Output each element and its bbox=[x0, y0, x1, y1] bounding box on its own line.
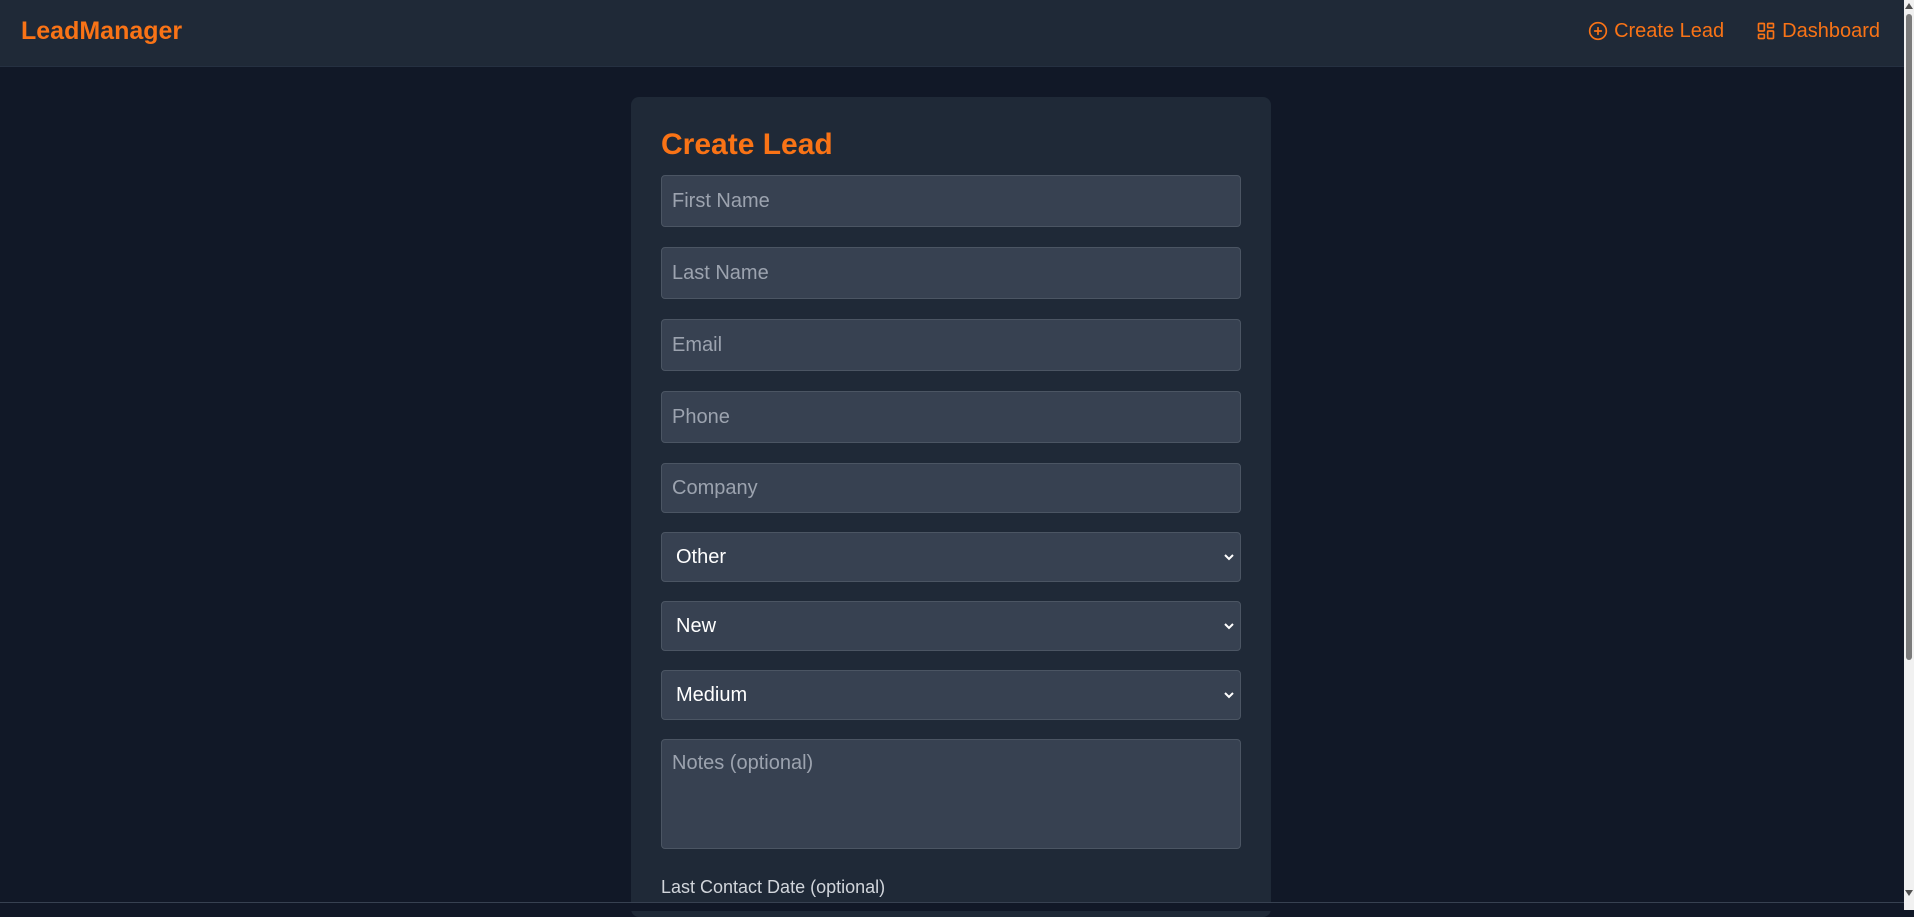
top-navbar: LeadManager Create Lead Dashboard bbox=[0, 0, 1904, 67]
phone-input[interactable] bbox=[661, 391, 1241, 443]
chevron-down-icon bbox=[1222, 550, 1236, 569]
vertical-scrollbar[interactable] bbox=[1904, 0, 1914, 910]
brand-logo[interactable]: LeadManager bbox=[21, 16, 182, 46]
status-select[interactable]: New bbox=[661, 601, 1241, 651]
nav-create-lead[interactable]: Create Lead bbox=[1588, 18, 1724, 44]
scroll-up-arrow-icon[interactable] bbox=[1905, 3, 1913, 9]
grid-icon bbox=[1756, 21, 1776, 41]
scroll-thumb[interactable] bbox=[1906, 14, 1912, 660]
page-title: Create Lead bbox=[661, 128, 833, 161]
nav-dashboard[interactable]: Dashboard bbox=[1756, 18, 1880, 44]
chevron-down-icon bbox=[1222, 619, 1236, 638]
notes-textarea[interactable] bbox=[661, 739, 1241, 849]
source-select-value: Other bbox=[676, 546, 727, 568]
plus-circle-icon bbox=[1588, 21, 1608, 41]
last-contact-date-label: Last Contact Date (optional) bbox=[661, 877, 886, 897]
nav-dashboard-label: Dashboard bbox=[1782, 20, 1880, 42]
first-name-input[interactable] bbox=[661, 175, 1241, 227]
email-input[interactable] bbox=[661, 319, 1241, 371]
nav-create-lead-label: Create Lead bbox=[1614, 20, 1725, 42]
scroll-down-arrow-icon[interactable] bbox=[1905, 890, 1913, 896]
nav-links: Create Lead Dashboard bbox=[1588, 18, 1880, 44]
last-name-input[interactable] bbox=[661, 247, 1241, 299]
status-select-value: New bbox=[676, 615, 717, 637]
create-lead-card: Create Lead Other New Medium Last Contac… bbox=[631, 97, 1271, 917]
chevron-down-icon bbox=[1222, 688, 1236, 707]
company-input[interactable] bbox=[661, 463, 1241, 513]
priority-select[interactable]: Medium bbox=[661, 670, 1241, 720]
priority-select-value: Medium bbox=[676, 684, 748, 706]
source-select[interactable]: Other bbox=[661, 532, 1241, 582]
